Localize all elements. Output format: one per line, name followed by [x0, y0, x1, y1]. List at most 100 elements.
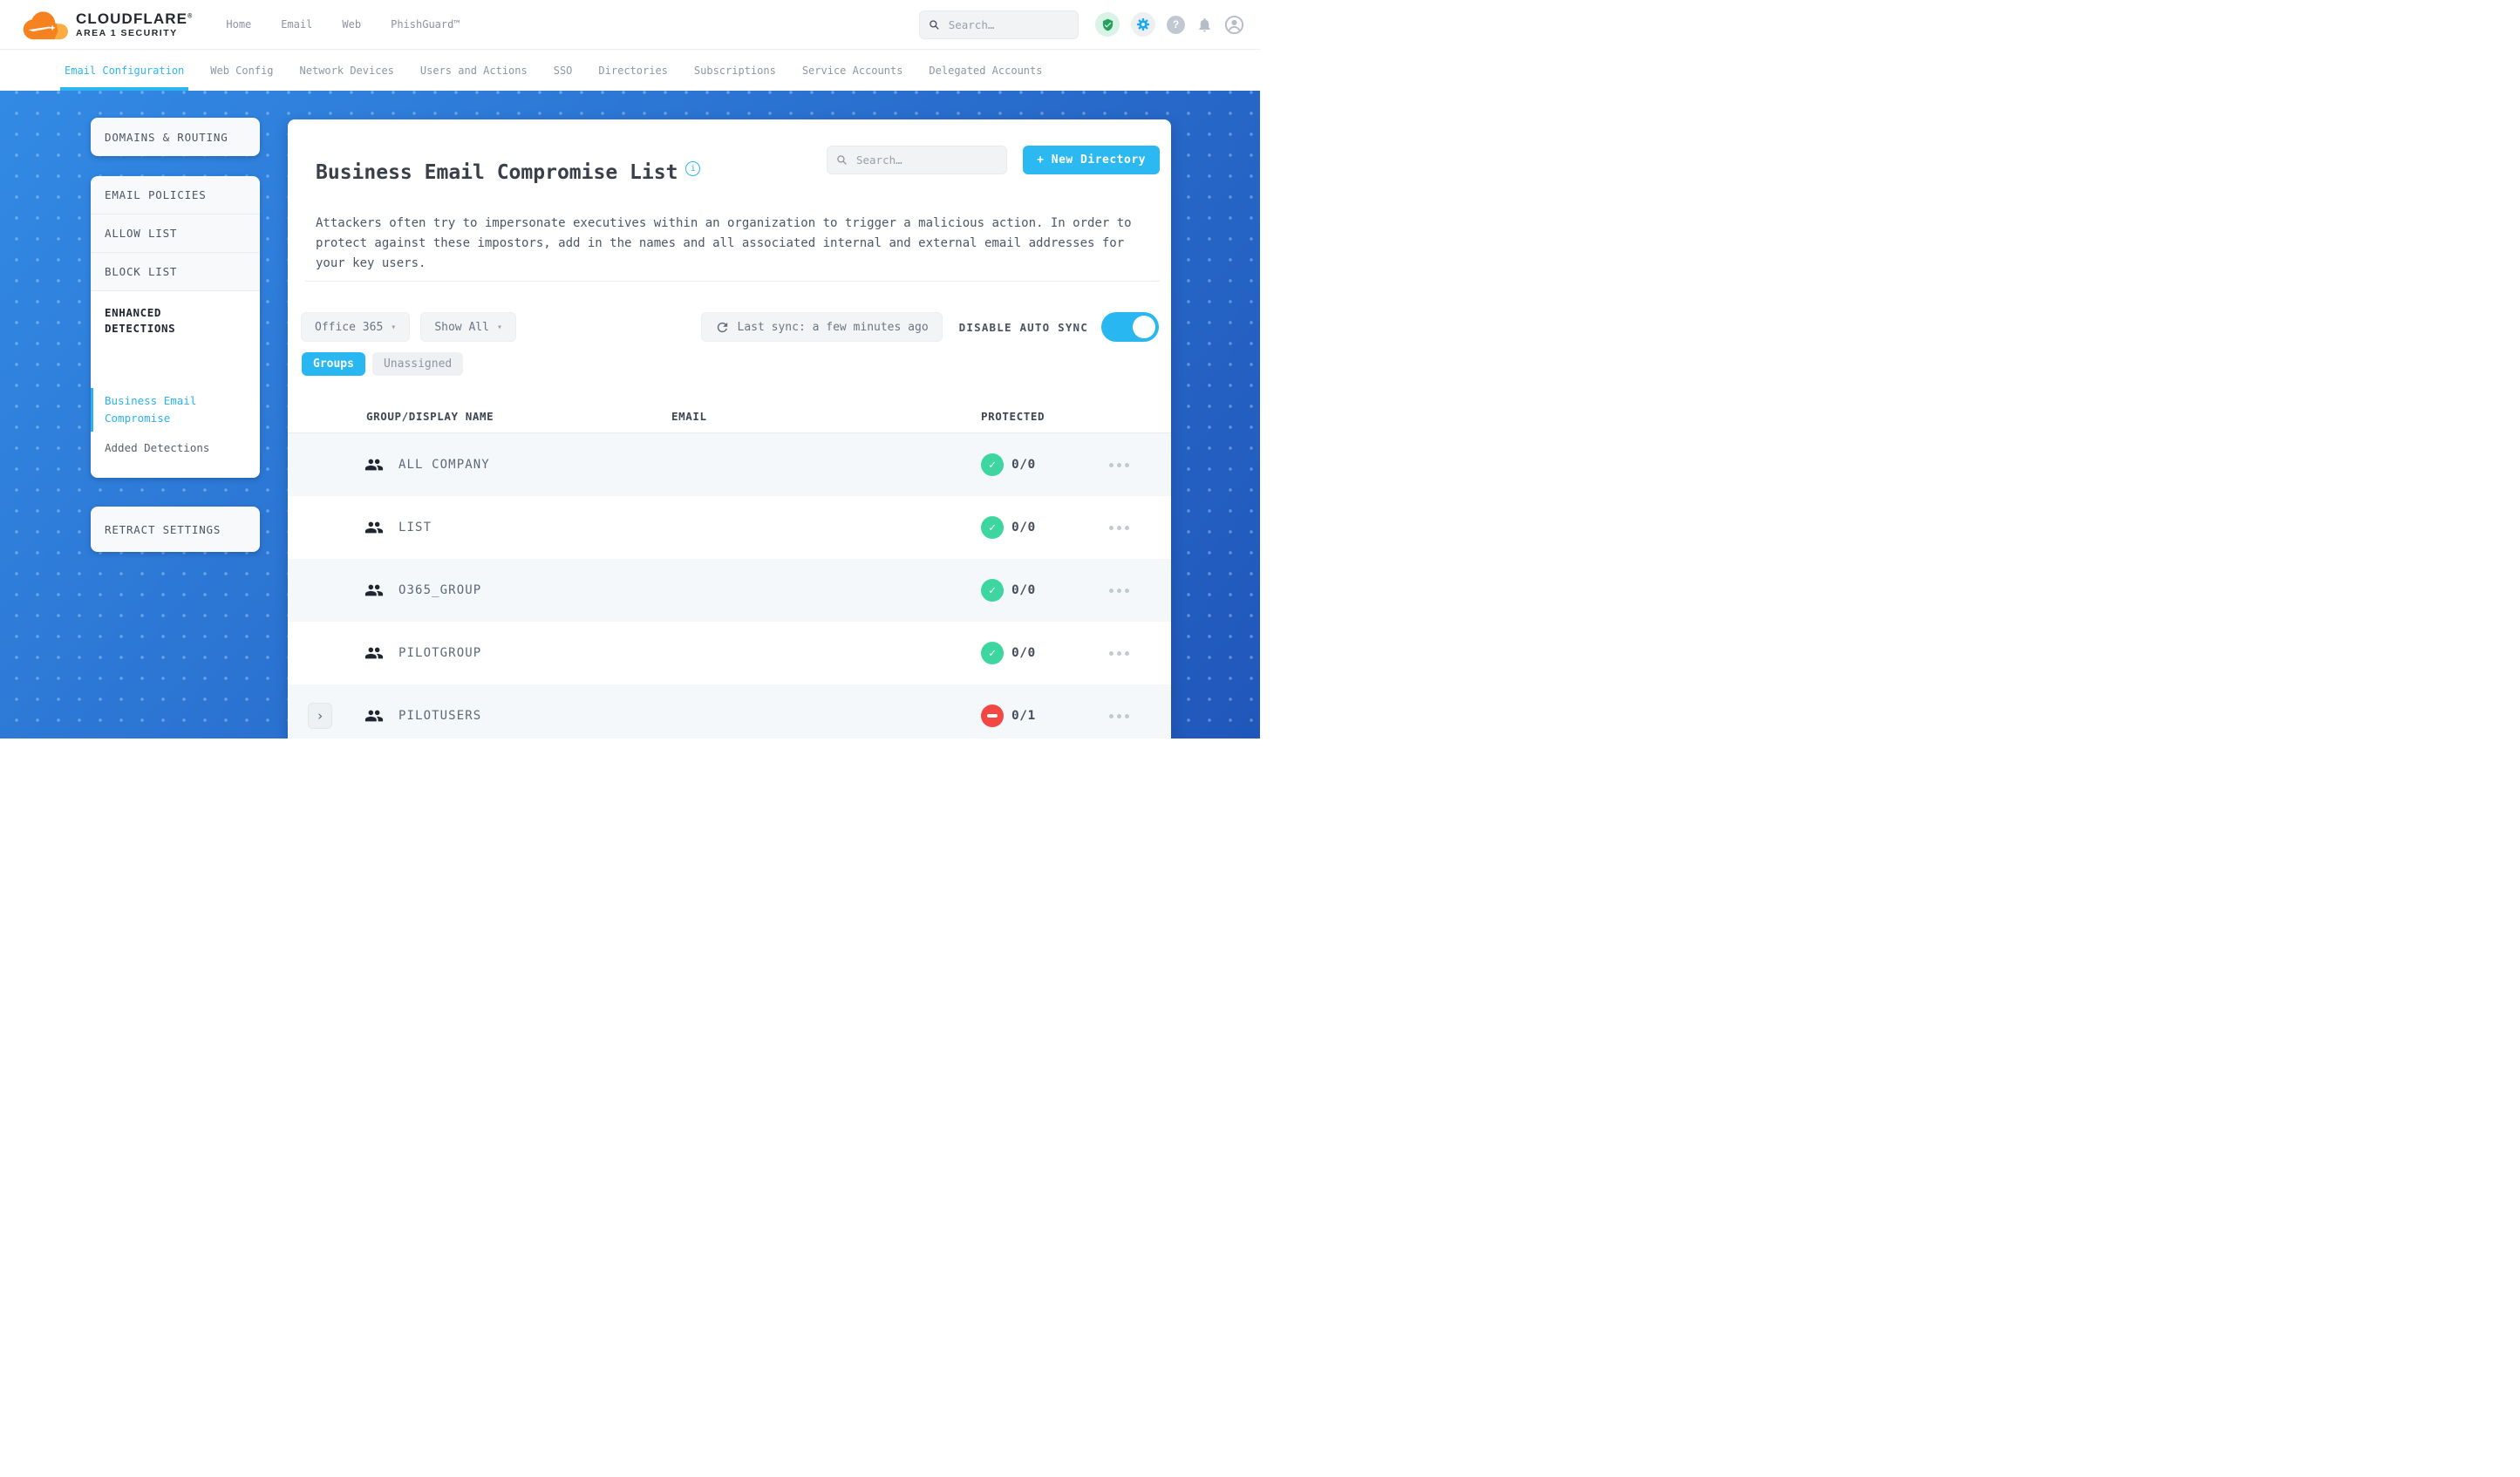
sidebar-item-added-detections[interactable]: Added Detections [91, 439, 260, 457]
tab-directories[interactable]: Directories [598, 50, 667, 91]
refresh-icon [717, 322, 727, 332]
sidebar-item-domains-routing[interactable]: DOMAINS & ROUTING [91, 118, 260, 156]
section-navigation: Email Configuration Web Config Network D… [0, 49, 1260, 91]
info-icon[interactable]: i [685, 161, 701, 177]
protected-count: 0/0 [1011, 583, 1036, 597]
directory-filter-value: Office 365 [315, 320, 384, 334]
tab-groups[interactable]: Groups [302, 352, 365, 376]
page-title: Business Email Compromise List i [316, 161, 701, 184]
tab-unassigned[interactable]: Unassigned [371, 352, 464, 376]
table-row[interactable]: PILOTGROUP ✓ 0/0 [288, 622, 1171, 684]
protected-count: 0/0 [1011, 521, 1036, 534]
tab-sso[interactable]: SSO [554, 50, 573, 91]
table-row[interactable]: O365_GROUP ✓ 0/0 [288, 559, 1171, 622]
group-icon [364, 647, 384, 659]
show-filter-value: Show All [434, 320, 489, 334]
help-button[interactable]: ? [1167, 15, 1185, 34]
group-icon [364, 710, 384, 722]
group-icon [364, 521, 384, 534]
group-icon [364, 459, 384, 471]
app-root: CLOUDFLARE® AREA 1 SECURITY Home Email W… [0, 0, 1260, 738]
show-filter-dropdown[interactable]: Show All ▾ [420, 312, 516, 342]
new-directory-button[interactable]: + New Directory [1023, 146, 1160, 174]
table-row[interactable]: › PILOTUSERS 0/1 [288, 684, 1171, 738]
brand-text: CLOUDFLARE® AREA 1 SECURITY [76, 11, 193, 38]
cloudflare-logo[interactable]: CLOUDFLARE® AREA 1 SECURITY [23, 8, 193, 41]
group-name: LIST [398, 521, 432, 534]
table-header: GROUP/DISPLAY NAME EMAIL PROTECTED [288, 401, 1171, 433]
expand-row-button[interactable]: › [308, 703, 332, 729]
tab-service-accounts[interactable]: Service Accounts [802, 50, 903, 91]
brand-name: CLOUDFLARE® [76, 10, 194, 27]
directory-search-input[interactable] [854, 153, 998, 167]
protected-count: 0/1 [1011, 709, 1036, 723]
filter-controls: Office 365 ▾ Show All ▾ Last sync: a few… [301, 312, 1159, 342]
brand-trademark: ® [187, 13, 194, 20]
shield-check-icon [1102, 18, 1113, 31]
page-description: Attackers often try to impersonate execu… [316, 216, 1132, 270]
auto-sync-toggle[interactable] [1101, 312, 1159, 342]
tab-network-devices[interactable]: Network Devices [300, 50, 394, 91]
notifications-button[interactable] [1196, 17, 1213, 33]
sidebar-card-retract-settings: RETRACT SETTINGS [91, 507, 260, 552]
sidebar-item-allow-list[interactable]: ALLOW LIST [91, 214, 260, 253]
sidebar-item-retract-settings[interactable]: RETRACT SETTINGS [91, 507, 260, 552]
topnav-phishguard[interactable]: PhishGuard™ [391, 18, 460, 31]
sidebar-card-domains-routing: DOMAINS & ROUTING [91, 118, 260, 156]
tab-subscriptions[interactable]: Subscriptions [694, 50, 776, 91]
protected-count: 0/0 [1011, 458, 1036, 472]
topnav-web[interactable]: Web [342, 18, 361, 31]
row-menu-button[interactable] [1109, 714, 1129, 718]
group-tabs: Groups Unassigned [302, 352, 464, 376]
bell-icon [1199, 17, 1210, 31]
table-row[interactable]: ALL COMPANY ✓ 0/0 [288, 433, 1171, 496]
sidebar-item-business-email-compromise[interactable]: Business Email Compromise [91, 388, 230, 432]
security-status-button[interactable] [1095, 12, 1120, 37]
row-menu-button[interactable] [1109, 651, 1129, 656]
directory-search[interactable] [827, 146, 1007, 174]
sidebar-item-enhanced-detections[interactable]: ENHANCED DETECTIONS [91, 305, 225, 336]
cloudflare-cloud-icon [23, 11, 68, 40]
row-menu-button[interactable] [1109, 589, 1129, 593]
gear-icon [1136, 17, 1150, 31]
tab-web-config[interactable]: Web Config [210, 50, 273, 91]
top-navigation: Home Email Web PhishGuard™ [226, 18, 460, 31]
group-name: PILOTUSERS [398, 709, 482, 723]
account-button[interactable] [1224, 15, 1244, 35]
last-sync-label: Last sync: a few minutes ago [737, 320, 929, 334]
settings-button[interactable] [1131, 12, 1155, 37]
sidebar-card-email-policies: EMAIL POLICIES ALLOW LIST BLOCK LIST ENH… [91, 176, 260, 478]
user-icon [1224, 15, 1244, 34]
last-sync-button[interactable]: Last sync: a few minutes ago [700, 312, 943, 342]
group-name: PILOTGROUP [398, 646, 482, 660]
tab-email-configuration[interactable]: Email Configuration [59, 50, 189, 91]
row-menu-button[interactable] [1109, 463, 1129, 467]
chevron-down-icon: ▾ [496, 322, 502, 332]
group-name: ALL COMPANY [398, 458, 490, 472]
sidebar-item-block-list[interactable]: BLOCK LIST [91, 253, 260, 291]
directory-filter-dropdown[interactable]: Office 365 ▾ [301, 312, 411, 342]
topnav-home[interactable]: Home [226, 18, 251, 31]
chevron-down-icon: ▾ [391, 322, 397, 332]
group-icon [364, 584, 384, 596]
protected-status-icon: ✓ [981, 642, 1004, 664]
column-header-group-display-name: GROUP/DISPLAY NAME [366, 410, 494, 423]
row-menu-button[interactable] [1109, 526, 1129, 530]
search-icon [837, 155, 847, 165]
groups-table: GROUP/DISPLAY NAME EMAIL PROTECTED ALL C… [288, 401, 1171, 738]
sidebar-item-email-policies[interactable]: EMAIL POLICIES [91, 176, 260, 214]
global-search[interactable] [919, 10, 1079, 39]
topnav-email[interactable]: Email [281, 18, 312, 31]
brand-subname: AREA 1 SECURITY [76, 27, 178, 38]
help-glyph: ? [1172, 18, 1180, 31]
workspace-background: DOMAINS & ROUTING EMAIL POLICIES ALLOW L… [0, 91, 1260, 738]
sidebar-section-enhanced-detections: ENHANCED DETECTIONS Business Email Compr… [91, 291, 260, 478]
protected-status-icon: ✓ [981, 579, 1004, 602]
tab-delegated-accounts[interactable]: Delegated Accounts [929, 50, 1042, 91]
global-search-input[interactable] [946, 17, 1069, 32]
table-row[interactable]: LIST ✓ 0/0 [288, 496, 1171, 559]
protected-status-icon: ✓ [981, 516, 1004, 539]
chevron-right-icon: › [316, 708, 324, 724]
tab-users-and-actions[interactable]: Users and Actions [420, 50, 528, 91]
column-header-email: EMAIL [671, 410, 707, 423]
